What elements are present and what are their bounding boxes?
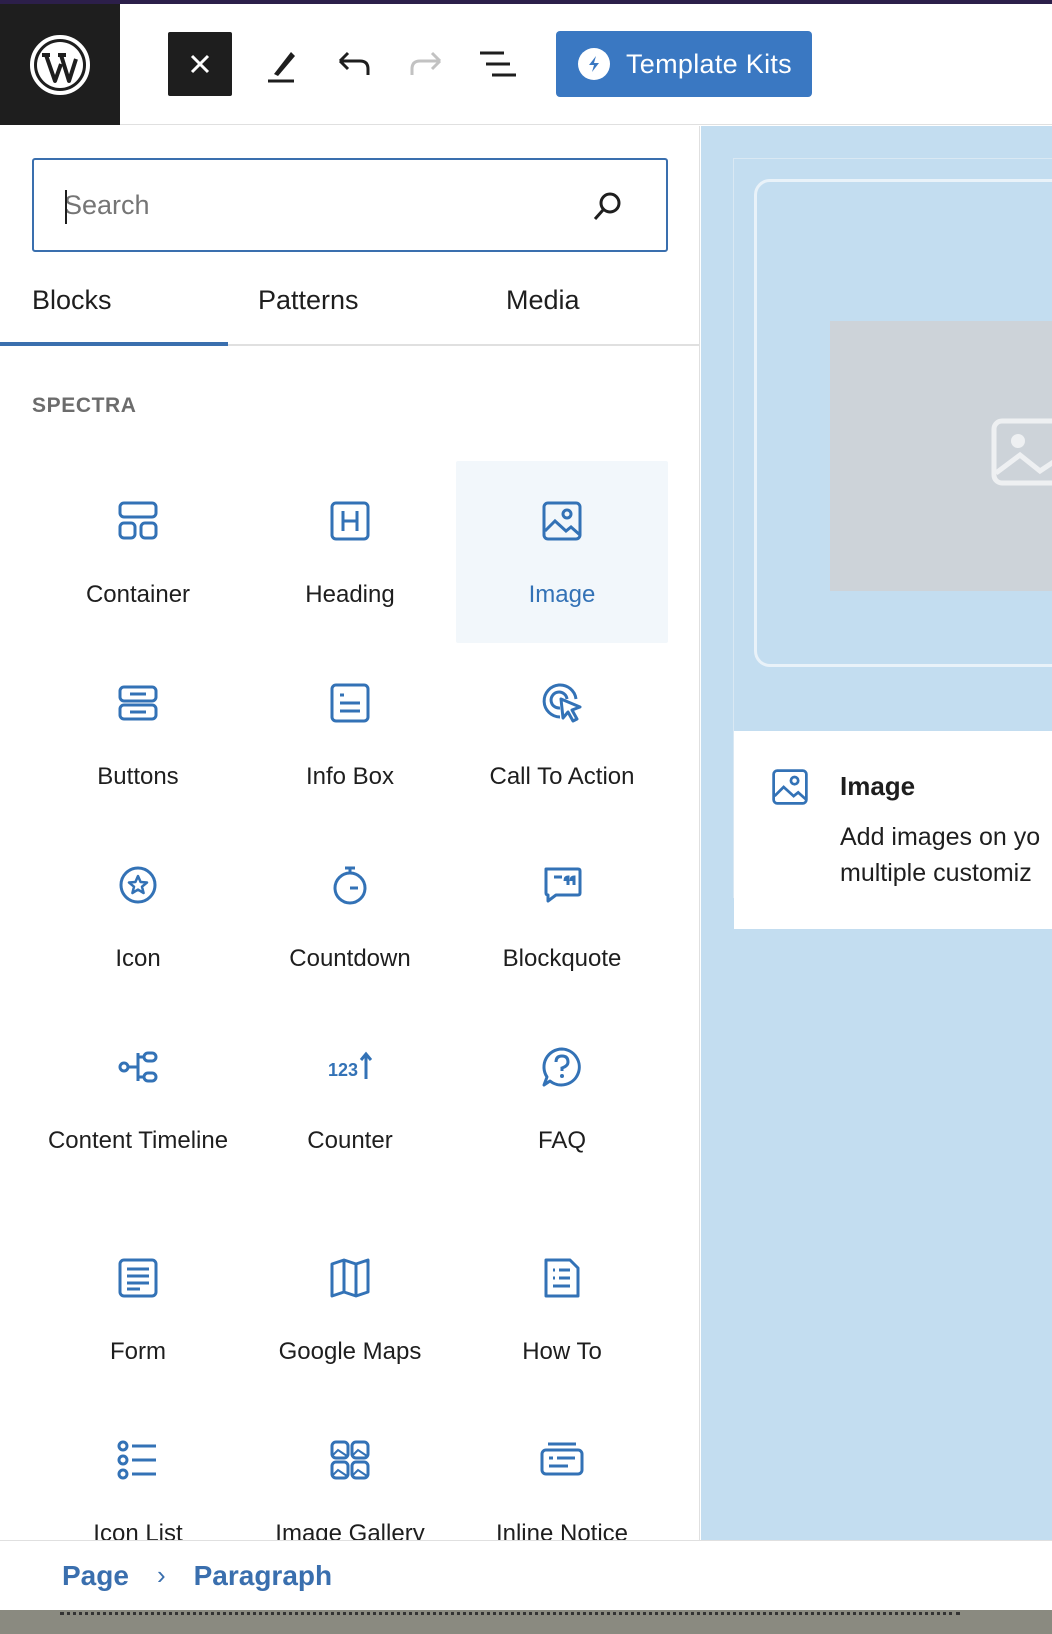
- block-label: Image: [528, 581, 596, 608]
- tab-media[interactable]: Media: [506, 272, 580, 346]
- quote-bubble-icon: [544, 867, 582, 903]
- preview-text-line-1: Add images on yo: [840, 823, 1041, 851]
- counter-icon: 123: [328, 1051, 372, 1080]
- block-label: Countdown: [289, 945, 411, 972]
- block-item-blockquote[interactable]: Blockquote: [456, 825, 668, 1007]
- editor-window: Template Kits Blocks Patterns Media SPEC…: [0, 0, 1052, 1610]
- block-item-info-box[interactable]: Info Box: [244, 643, 456, 825]
- tab-blocks[interactable]: Blocks: [32, 272, 112, 346]
- wordpress-logo-icon[interactable]: [0, 4, 120, 125]
- search-input[interactable]: [64, 180, 584, 230]
- category-title: SPECTRA: [32, 394, 137, 417]
- question-bubble-icon: [542, 1047, 581, 1087]
- block-item-image[interactable]: Image: [456, 461, 668, 643]
- breadcrumb-paragraph[interactable]: Paragraph: [194, 1560, 333, 1592]
- map-icon: [330, 1258, 370, 1298]
- star-circle-icon: [119, 866, 157, 904]
- block-label: Blockquote: [502, 945, 622, 972]
- block-label: Icon: [115, 945, 161, 972]
- block-item-inline-notice[interactable]: Inline Notice: [456, 1400, 668, 1540]
- block-label: Info Box: [305, 763, 395, 790]
- close-inserter-button[interactable]: [168, 32, 232, 96]
- block-label: Google Maps: [278, 1338, 422, 1365]
- block-item-icon[interactable]: Icon: [32, 825, 244, 1007]
- active-tab-indicator: [0, 342, 228, 346]
- block-item-buttons[interactable]: Buttons: [32, 643, 244, 825]
- search-icon[interactable]: [590, 188, 626, 224]
- buttons-icon: [118, 685, 158, 721]
- block-label: Icon List: [93, 1520, 183, 1540]
- block-item-faq[interactable]: FAQ: [456, 1007, 668, 1189]
- image-icon: [542, 501, 582, 541]
- form-icon: [118, 1258, 158, 1298]
- svg-text:123: 123: [328, 1060, 358, 1080]
- block-item-content-timeline[interactable]: Content Timeline: [32, 1007, 244, 1189]
- block-label: Form: [110, 1338, 166, 1365]
- inserter-tabs: Blocks Patterns Media: [0, 272, 699, 346]
- breadcrumb-page[interactable]: Page: [62, 1560, 129, 1592]
- block-label: Counter: [307, 1127, 393, 1154]
- search-box: [32, 158, 668, 252]
- redo-button[interactable]: [402, 32, 450, 96]
- preview-text: Add images on yo multiple customiz: [840, 819, 1052, 891]
- pencil-icon: [268, 52, 295, 83]
- block-item-how-to[interactable]: How To: [456, 1218, 668, 1400]
- block-item-call-to-action[interactable]: Call To Action: [456, 643, 668, 825]
- template-kits-label: Template Kits: [626, 48, 792, 79]
- image-placeholder-icon: [991, 418, 1052, 486]
- info-box-icon: [330, 683, 370, 723]
- block-label: Container: [85, 581, 191, 608]
- timeline-icon: [118, 1051, 158, 1083]
- template-kits-button[interactable]: Template Kits: [556, 31, 812, 97]
- icon-list-icon: [117, 1440, 156, 1480]
- inline-notice-icon: [540, 1442, 584, 1476]
- tab-patterns[interactable]: Patterns: [258, 272, 359, 346]
- block-item-icon-list[interactable]: Icon List: [32, 1400, 244, 1540]
- block-label: Buttons: [97, 763, 179, 790]
- background-decoration: [60, 1612, 960, 1626]
- block-inserter-panel: Blocks Patterns Media SPECTRA Container …: [0, 126, 700, 1540]
- preview-title: Image: [840, 771, 916, 801]
- block-label: Image Gallery: [275, 1520, 425, 1540]
- editor-toolbar: Template Kits: [0, 4, 1052, 125]
- block-label: FAQ: [537, 1127, 586, 1154]
- block-item-google-maps[interactable]: Google Maps: [244, 1218, 456, 1400]
- tools-button[interactable]: [258, 32, 306, 96]
- image-gallery-icon: [330, 1440, 370, 1480]
- text-caret: [65, 190, 67, 224]
- call-to-action-icon: [542, 683, 582, 723]
- block-label: Heading: [305, 581, 395, 608]
- block-item-container[interactable]: Container: [32, 461, 244, 643]
- block-item-heading[interactable]: Heading: [244, 461, 456, 643]
- block-label: How To: [522, 1338, 602, 1365]
- block-preview: Image Add images on yo multiple customiz: [733, 158, 1052, 929]
- block-label: Content Timeline: [47, 1127, 229, 1154]
- editor-canvas: Image Add images on yo multiple customiz: [701, 126, 1052, 1540]
- block-item-image-gallery[interactable]: Image Gallery: [244, 1400, 456, 1540]
- block-item-form[interactable]: Form: [32, 1218, 244, 1400]
- block-label: Call To Action: [489, 763, 635, 790]
- block-breadcrumb: Page › Paragraph: [0, 1540, 1052, 1610]
- image-icon: [772, 769, 808, 805]
- heading-icon: [330, 501, 370, 541]
- stopwatch-icon: [333, 866, 367, 905]
- preview-image-placeholder: [830, 321, 1052, 591]
- undo-icon: [338, 51, 370, 75]
- spectra-logo-icon: [578, 48, 610, 80]
- block-label: Inline Notice: [495, 1520, 629, 1540]
- redo-icon: [410, 51, 442, 75]
- preview-text-line-2: multiple customiz: [840, 859, 1032, 887]
- preview-description: Image Add images on yo multiple customiz: [734, 731, 1052, 929]
- how-to-icon: [544, 1258, 580, 1298]
- undo-button[interactable]: [330, 32, 378, 96]
- block-item-countdown[interactable]: Countdown: [244, 825, 456, 1007]
- close-icon: [190, 54, 210, 74]
- container-icon: [118, 501, 158, 540]
- document-overview-button[interactable]: [474, 32, 522, 96]
- list-view-icon: [480, 51, 516, 77]
- block-item-counter[interactable]: 123 Counter: [244, 1007, 456, 1189]
- chevron-right-icon: ›: [156, 1560, 166, 1590]
